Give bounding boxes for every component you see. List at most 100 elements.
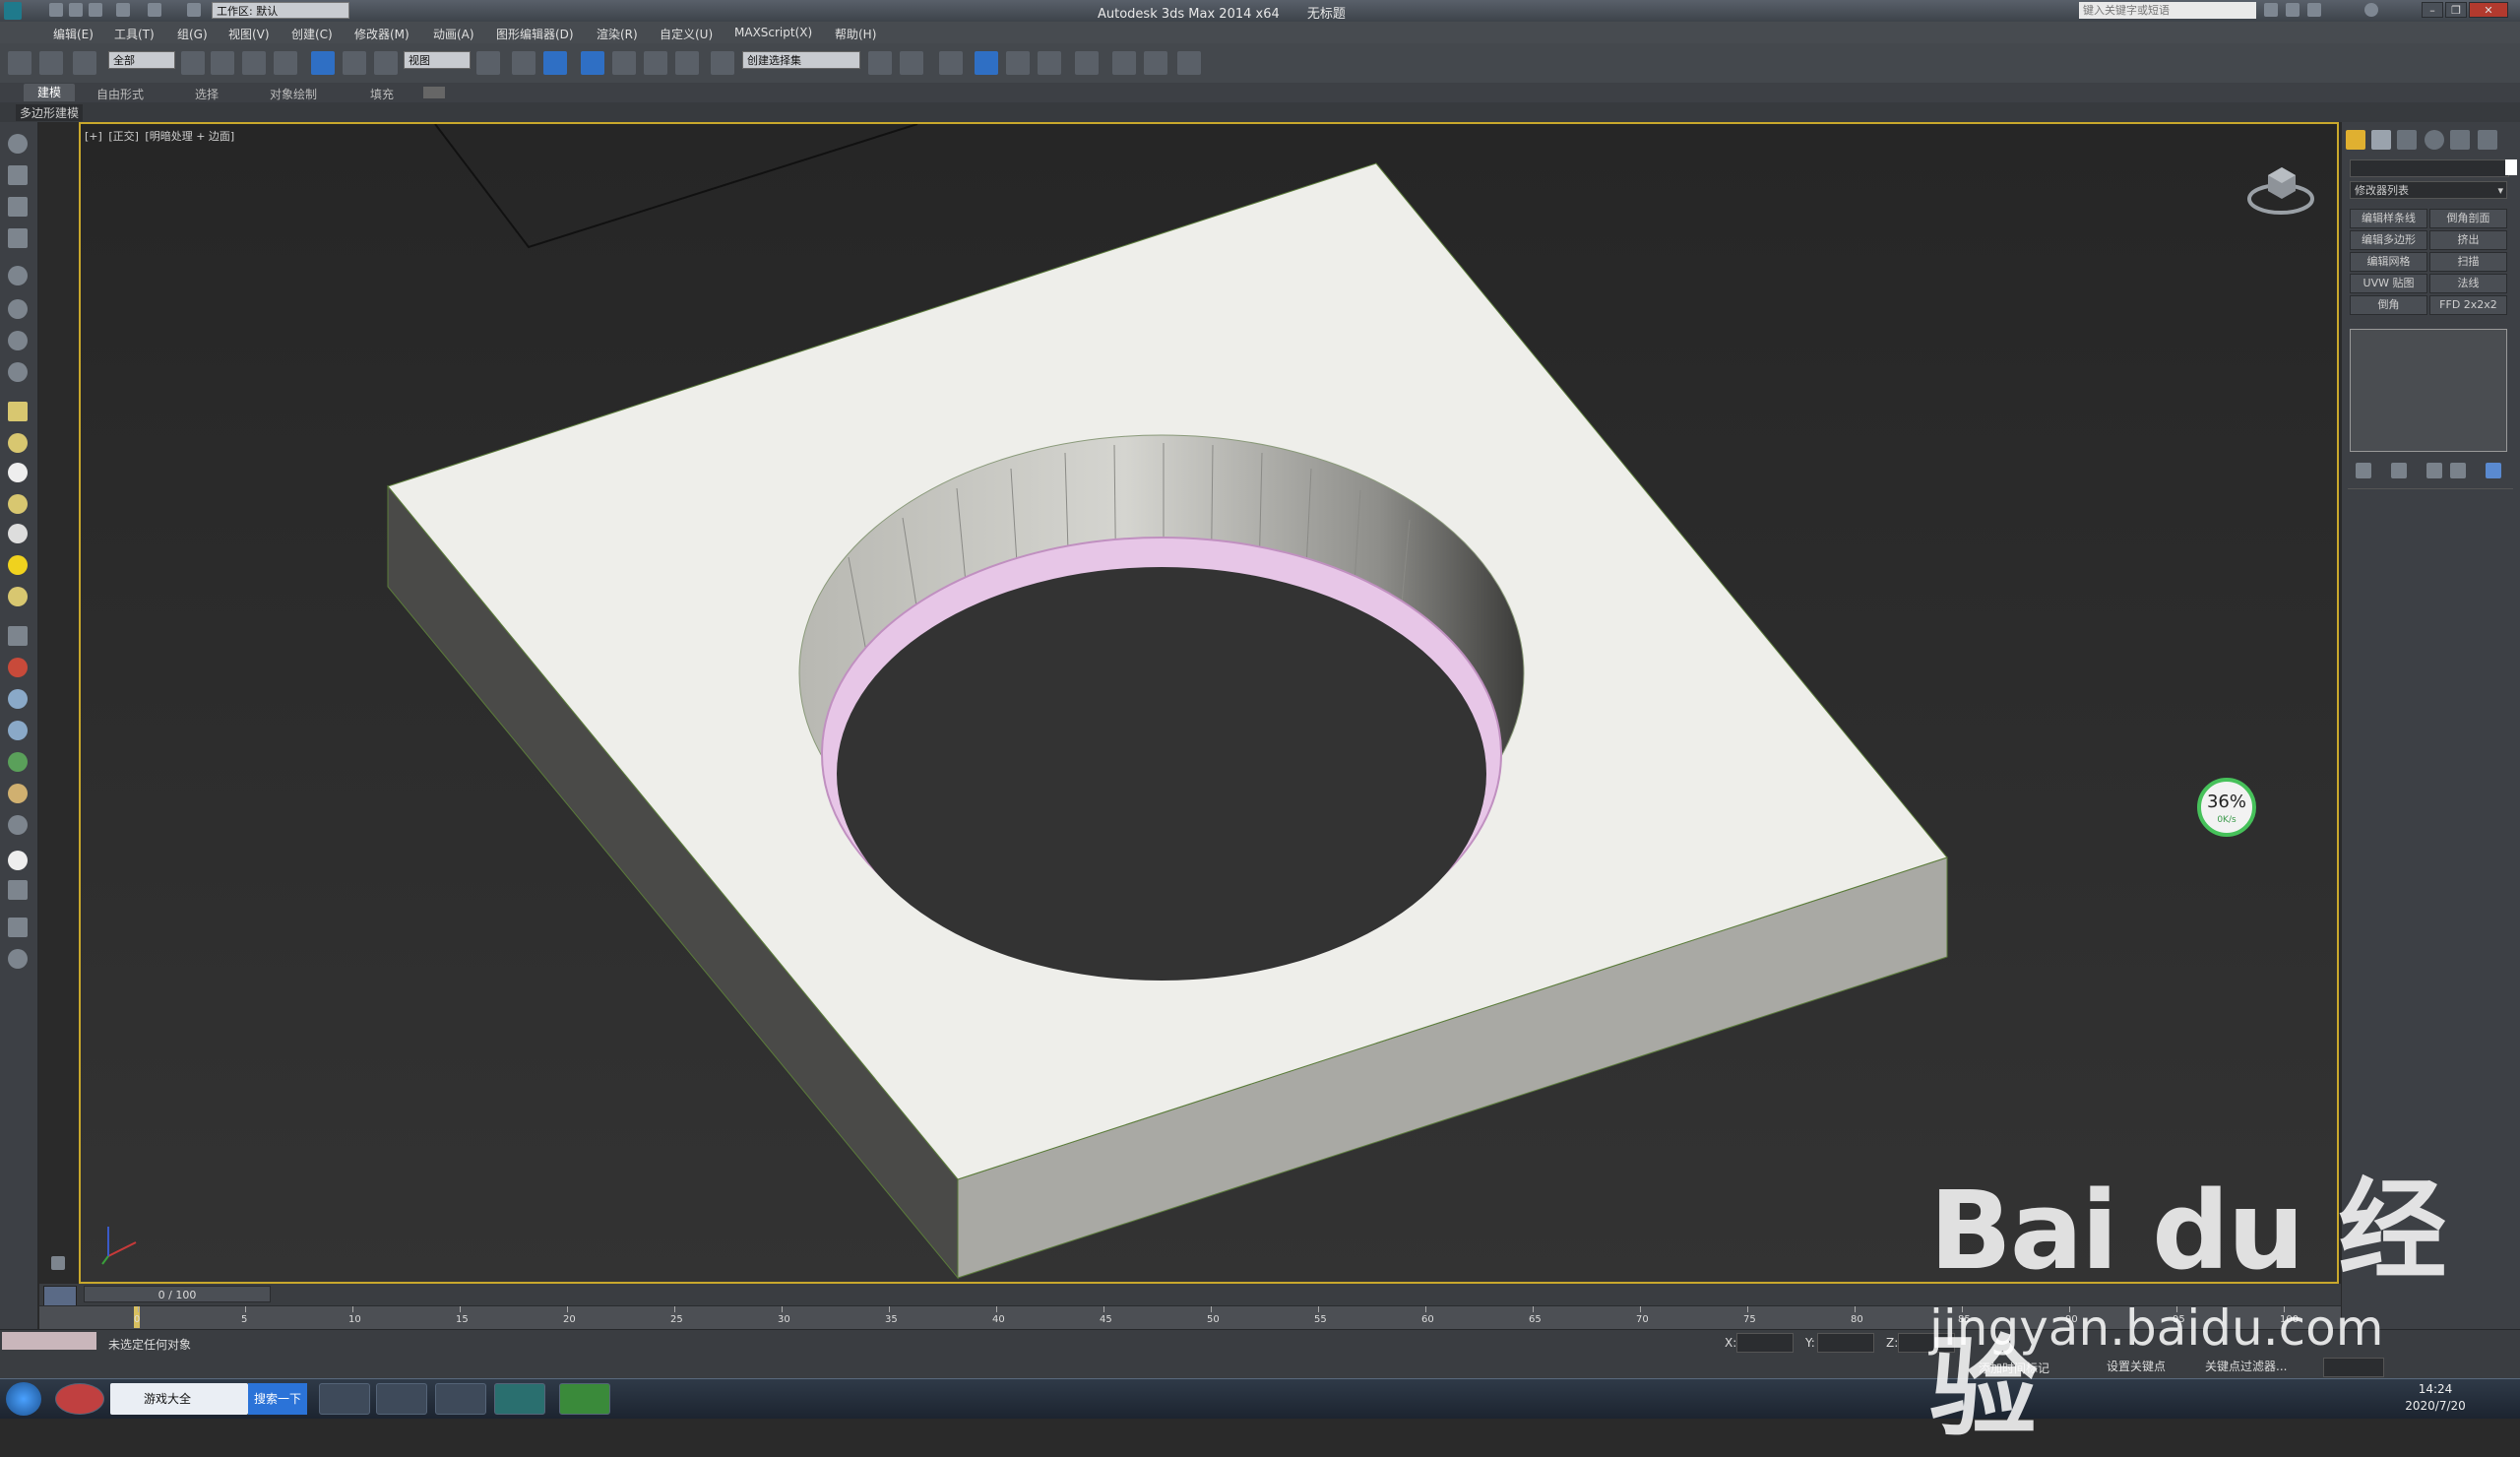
ribbon-options-icon[interactable] (423, 87, 445, 98)
viewport-layout-icon[interactable] (8, 134, 28, 154)
maxscript-listener-mini[interactable] (2, 1332, 96, 1350)
mod-edit-spline-button[interactable]: 编辑样条线 (2350, 209, 2427, 228)
ie-search-button[interactable]: 搜索一下 (248, 1383, 307, 1415)
sphere-primitive-icon[interactable] (8, 433, 28, 453)
menu-animation[interactable]: 动画(A) (433, 26, 474, 42)
mirror-icon[interactable] (868, 51, 892, 75)
browser-icon[interactable] (319, 1383, 370, 1415)
unlink-icon[interactable] (39, 51, 63, 75)
spinner-snap-icon[interactable] (675, 51, 699, 75)
time-slider[interactable]: 0 / 100 (84, 1286, 271, 1302)
ie-taskbar-item[interactable]: 游戏大全 (110, 1383, 248, 1415)
menu-group[interactable]: 组(G) (177, 26, 208, 42)
menu-graph-editors[interactable]: 图形编辑器(D) (496, 26, 574, 42)
mod-normal-button[interactable]: 法线 (2429, 274, 2507, 293)
cloth-icon[interactable] (8, 689, 28, 709)
material-editor-icon[interactable] (1075, 51, 1099, 75)
modifier-list-dropdown[interactable]: 修改器列表 ▾ (2350, 181, 2507, 199)
create-tab-icon[interactable] (2346, 130, 2365, 150)
y-coord-field[interactable] (1817, 1333, 1874, 1353)
cone-primitive-icon[interactable] (8, 524, 28, 543)
menu-create[interactable]: 创建(C) (291, 26, 333, 42)
tab-modeling[interactable]: 建模 (24, 84, 76, 101)
target-icon[interactable] (8, 587, 28, 606)
new-file-icon[interactable] (49, 3, 63, 17)
motion-tab-icon[interactable] (2425, 130, 2444, 150)
menu-customize[interactable]: 自定义(U) (660, 26, 713, 42)
hierarchy-tab-icon[interactable] (2397, 130, 2417, 150)
modify-tab-icon[interactable] (2371, 130, 2391, 150)
layer-explorer-icon[interactable] (8, 197, 28, 217)
menu-views[interactable]: 视图(V) (228, 26, 270, 42)
modifier-stack[interactable] (2350, 329, 2507, 452)
expand-arrow-icon[interactable] (51, 1256, 65, 1270)
project-folder-icon[interactable] (187, 3, 201, 17)
polygon-modeling-panel[interactable]: 多边形建模 (16, 104, 84, 121)
rectangular-selection-icon[interactable] (242, 51, 266, 75)
grid-layout-icon[interactable] (8, 880, 28, 900)
curve-editor-icon[interactable] (1006, 51, 1030, 75)
question-icon[interactable] (8, 949, 28, 969)
start-button[interactable] (6, 1382, 41, 1416)
open-file-icon[interactable] (69, 3, 83, 17)
select-by-name-icon[interactable] (211, 51, 234, 75)
restore-button[interactable]: ❐ (2445, 2, 2467, 18)
viewcube-icon[interactable] (2246, 158, 2315, 217)
particle-icon[interactable] (8, 626, 28, 646)
dynamics-icon[interactable] (8, 658, 28, 677)
tab-object-paint[interactable]: 对象绘制 (270, 86, 317, 102)
foliage-icon[interactable] (8, 752, 28, 772)
tab-populate[interactable]: 填充 (370, 86, 394, 102)
render-production-icon[interactable] (1177, 51, 1201, 75)
select-and-move-icon[interactable] (311, 51, 335, 75)
mod-bevel-button[interactable]: 倒角 (2350, 295, 2427, 315)
utilities-tab-icon[interactable] (2478, 130, 2497, 150)
redo-icon[interactable] (148, 3, 161, 17)
mod-sweep-button[interactable]: 扫描 (2429, 252, 2507, 272)
align-icon[interactable] (900, 51, 923, 75)
statistics-icon[interactable] (8, 918, 28, 937)
app-360-icon[interactable] (55, 1383, 104, 1415)
configure-modifier-sets-icon[interactable] (2486, 463, 2501, 478)
viewport-orthographic[interactable]: [+] [正交] [明暗处理 + 边面] (79, 122, 2339, 1284)
select-object-icon[interactable] (181, 51, 205, 75)
wechat-icon[interactable] (559, 1383, 610, 1415)
menu-maxscript[interactable]: MAXScript(X) (734, 26, 812, 39)
binoculars-icon[interactable] (2264, 3, 2278, 17)
scene-explorer-icon[interactable] (8, 165, 28, 185)
reference-coordinate-dropdown[interactable]: 视图 (404, 51, 471, 69)
box-primitive-icon[interactable] (8, 402, 28, 421)
mod-extrude-button[interactable]: 挤出 (2429, 230, 2507, 250)
3dsmax-taskbar-icon[interactable] (494, 1383, 545, 1415)
layer-manager-icon[interactable] (939, 51, 963, 75)
app-logo-icon[interactable] (4, 2, 22, 20)
mod-bevel-profile-button[interactable]: 倒角剖面 (2429, 209, 2507, 228)
mod-ffd-button[interactable]: FFD 2x2x2 (2429, 295, 2507, 315)
selection-filter-dropdown[interactable]: 全部 (108, 51, 175, 69)
display-tab-icon[interactable] (2450, 130, 2470, 150)
select-and-link-icon[interactable] (8, 51, 32, 75)
bind-space-warp-icon[interactable] (73, 51, 96, 75)
pan-icon[interactable] (8, 331, 28, 350)
minimize-button[interactable]: – (2422, 2, 2443, 18)
hair-icon[interactable] (8, 721, 28, 740)
security-icon[interactable] (435, 1383, 486, 1415)
tab-freeform[interactable]: 自由形式 (96, 86, 144, 102)
show-end-result-icon[interactable] (2391, 463, 2407, 478)
menu-tools[interactable]: 工具(T) (114, 26, 155, 42)
select-and-rotate-icon[interactable] (343, 51, 366, 75)
orbit-icon[interactable] (8, 362, 28, 382)
key-icon[interactable] (2286, 3, 2300, 17)
viewport-menu-label[interactable]: [+] (85, 130, 102, 143)
help-icon[interactable] (2364, 3, 2378, 17)
menu-rendering[interactable]: 渲染(R) (597, 26, 638, 42)
mod-edit-mesh-button[interactable]: 编辑网格 (2350, 252, 2427, 272)
x-coord-field[interactable] (1736, 1333, 1794, 1353)
mod-edit-poly-button[interactable]: 编辑多边形 (2350, 230, 2427, 250)
pin-stack-icon[interactable] (2356, 463, 2371, 478)
close-button[interactable]: ✕ (2469, 2, 2508, 18)
viewport-shading-label[interactable]: [明暗处理 + 边面] (145, 130, 234, 143)
network-speed-widget[interactable]: 36% 0K/s (2197, 778, 2256, 837)
edit-named-selection-icon[interactable] (711, 51, 734, 75)
help-search-input[interactable]: 键入关键字或短语 (2079, 2, 2256, 19)
